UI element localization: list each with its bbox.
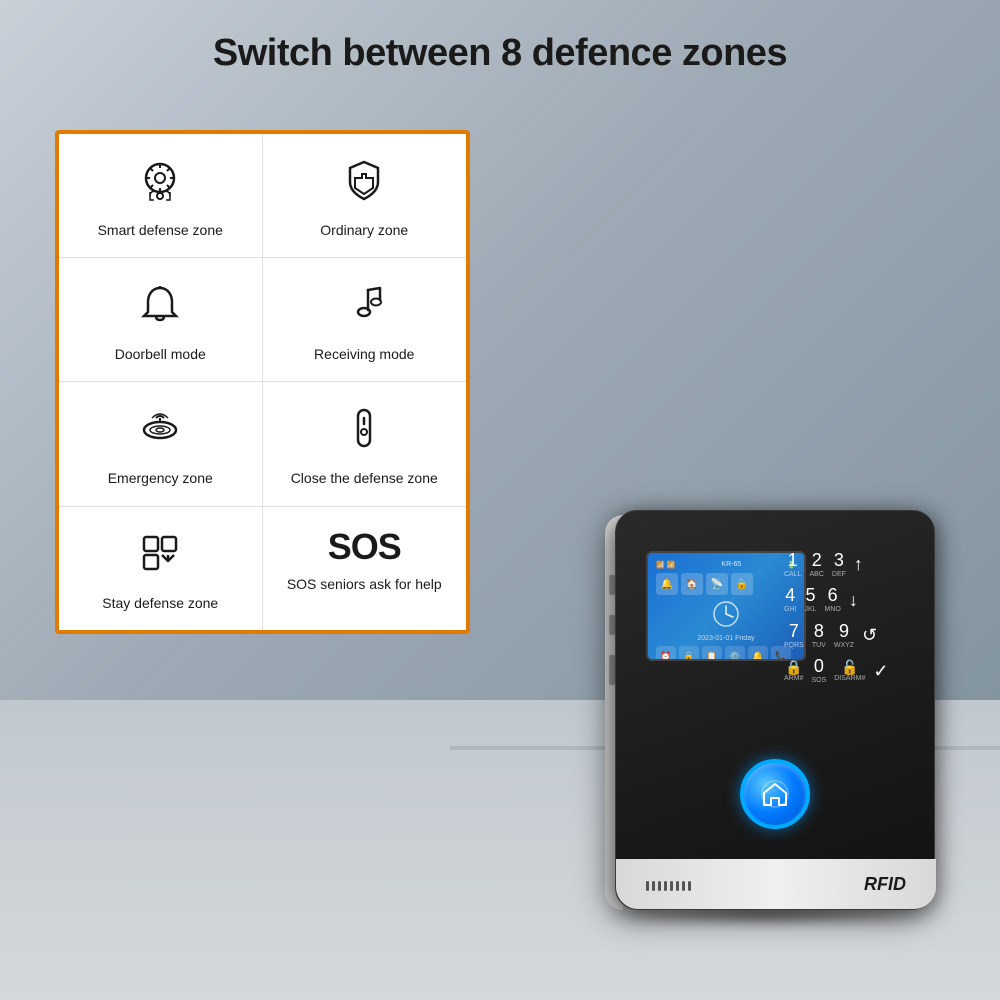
keypad-row-1: 1 CALL 2 ABC 3 DEF ↑	[784, 551, 914, 578]
device-body: 📶 📶 KR-65 🔋 🔔 🏠 📡 🔒	[615, 510, 935, 910]
rfid-label: RFID	[864, 874, 906, 895]
smoke-detector-icon	[136, 404, 184, 459]
zone-ordinary-label: Ordinary zone	[320, 221, 408, 239]
zone-close-defense: Close the defense zone	[263, 382, 467, 506]
key-8[interactable]: 8 TUV	[812, 622, 826, 649]
key-down[interactable]: ↓	[849, 590, 858, 611]
keypad-row-4: 🔒 ARM# 0 SOS 🔓 DISARM# ✓	[784, 657, 914, 684]
zone-stay-defense-label: Stay defense zone	[102, 594, 218, 612]
lcd-btn-1: ⏰	[656, 646, 676, 661]
shield-icon	[340, 156, 388, 211]
zone-sos: SOS SOS seniors ask for help	[263, 507, 467, 630]
sos-icon: SOS	[328, 529, 401, 565]
zone-emergency: Emergency zone	[59, 382, 263, 506]
zone-receiving: Receiving mode	[263, 258, 467, 382]
keypad-row-3: 7 PQRS 8 TUV 9 WXYZ ↺	[784, 622, 914, 649]
zone-sos-label: SOS seniors ask for help	[287, 575, 442, 593]
brain-gear-icon	[136, 156, 184, 211]
zone-doorbell: Doorbell mode	[59, 258, 263, 382]
lcd-screen: 📶 📶 KR-65 🔋 🔔 🏠 📡 🔒	[646, 551, 806, 661]
key-1[interactable]: 1 CALL	[784, 551, 802, 578]
lcd-btn-2: 🔒	[679, 646, 699, 661]
zones-grid: Smart defense zone Ordinary zone	[59, 134, 466, 630]
alarm-device: 📶 📶 KR-65 🔋 🔔 🏠 📡 🔒	[605, 490, 945, 910]
lcd-date: 2023-01-01 Friday	[656, 635, 796, 642]
zone-emergency-label: Emergency zone	[108, 469, 213, 487]
home-button[interactable]	[740, 759, 810, 829]
key-9[interactable]: 9 WXYZ	[834, 622, 854, 649]
device-bottom-frame: RFID	[616, 859, 936, 909]
squares-icon	[136, 529, 184, 584]
key-arm[interactable]: 🔒 ARM#	[784, 660, 803, 683]
lcd-btn-4: ⚙️	[725, 646, 745, 661]
lcd-btn-3: 📋	[702, 646, 722, 661]
key-0[interactable]: 0 SOS	[811, 657, 826, 684]
music-note-icon	[340, 280, 388, 335]
key-disarm[interactable]: 🔓 DISARM#	[834, 660, 865, 683]
page-title: Switch between 8 defence zones	[0, 32, 1000, 75]
keypad: 1 CALL 2 ABC 3 DEF ↑ 4 GHI	[784, 551, 914, 693]
lcd-icon-3: 📡	[706, 573, 728, 595]
keypad-row-2: 4 GHI 5 JKL 6 MNO ↓	[784, 586, 914, 613]
speaker-holes	[646, 881, 691, 891]
key-5[interactable]: 5 JKL	[804, 586, 816, 613]
key-3[interactable]: 3 DEF	[832, 551, 846, 578]
remote-icon	[340, 404, 388, 459]
lcd-icons: 🔔 🏠 📡 🔒	[656, 573, 796, 595]
lcd-time	[656, 599, 796, 632]
zone-stay-defense: Stay defense zone	[59, 507, 263, 630]
key-confirm[interactable]: ✓	[873, 661, 888, 682]
key-back[interactable]: ↺	[862, 625, 877, 646]
lcd-icon-1: 🔔	[656, 573, 678, 595]
zone-receiving-label: Receiving mode	[314, 345, 414, 363]
key-6[interactable]: 6 MNO	[825, 586, 841, 613]
lcd-device-id: KR-65	[721, 561, 741, 569]
zone-smart-defense-label: Smart defense zone	[98, 221, 223, 239]
zone-ordinary: Ordinary zone	[263, 134, 467, 258]
lcd-btn-5: 🔔	[748, 646, 768, 661]
key-7[interactable]: 7 PQRS	[784, 622, 804, 649]
lcd-bottom-icons: ⏰ 🔒 📋 ⚙️ 🔔 📞	[656, 646, 796, 661]
key-4[interactable]: 4 GHI	[784, 586, 796, 613]
zone-smart-defense: Smart defense zone	[59, 134, 263, 258]
zone-close-defense-label: Close the defense zone	[291, 469, 438, 487]
zones-card: Smart defense zone Ordinary zone	[55, 130, 470, 634]
lcd-wifi: 📶 📶	[656, 561, 675, 569]
bell-icon	[136, 280, 184, 335]
key-2[interactable]: 2 ABC	[810, 551, 824, 578]
lcd-icon-2: 🏠	[681, 573, 703, 595]
zone-doorbell-label: Doorbell mode	[115, 345, 206, 363]
lcd-icon-4: 🔒	[731, 573, 753, 595]
key-up[interactable]: ↑	[854, 554, 863, 575]
lcd-status-bar: 📶 📶 KR-65 🔋	[656, 561, 796, 569]
